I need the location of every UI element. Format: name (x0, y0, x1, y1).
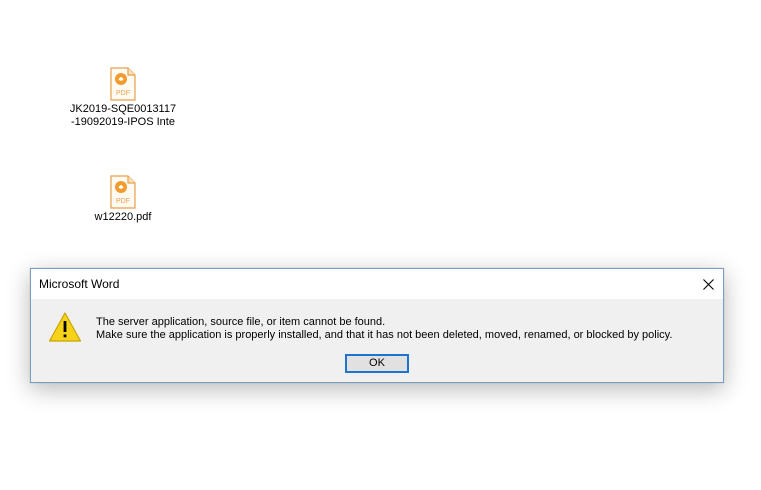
desktop-file-label: w12220.pdf (94, 211, 152, 223)
message-line-2: Make sure the application is properly in… (96, 329, 673, 341)
pdf-file-icon: PDF (110, 175, 136, 209)
desktop-file-label: JK2019-SQE0013117 -19092019-IPOS Inte (69, 103, 177, 128)
ok-button[interactable]: OK (345, 354, 409, 373)
pdf-badge-text: PDF (116, 198, 130, 205)
pdf-file-icon: PDF (110, 67, 136, 101)
pdf-badge-text: PDF (116, 90, 130, 97)
dialog-body: The server application, source file, or … (31, 299, 723, 382)
desktop-file-icon-2[interactable]: PDF w12220.pdf (63, 175, 183, 224)
error-dialog: Microsoft Word The server application, s… (30, 268, 724, 383)
dialog-titlebar[interactable]: Microsoft Word (31, 269, 723, 299)
warning-icon (48, 312, 82, 342)
desktop: PDF JK2019-SQE0013117 -19092019-IPOS Int… (0, 0, 761, 490)
desktop-file-icon-1[interactable]: PDF JK2019-SQE0013117 -19092019-IPOS Int… (63, 67, 183, 129)
message-line-1: The server application, source file, or … (96, 316, 386, 328)
close-button[interactable] (693, 269, 723, 299)
dialog-message: The server application, source file, or … (96, 316, 672, 342)
close-icon (702, 278, 714, 290)
dialog-title: Microsoft Word (39, 277, 120, 291)
